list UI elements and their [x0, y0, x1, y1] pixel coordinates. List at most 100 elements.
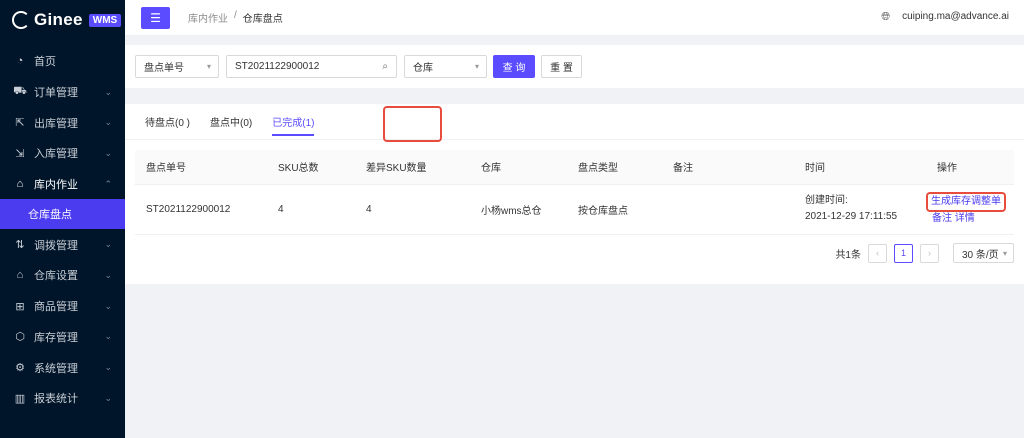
- search-field-value: 盘点单号: [144, 63, 184, 74]
- sidebar-item-label: 首页: [34, 56, 56, 69]
- remark-link[interactable]: 备注: [932, 213, 952, 224]
- chevron-down-icon: ⌄: [104, 239, 112, 250]
- sidebar-item-home[interactable]: ◔ 首页: [0, 46, 125, 77]
- chevron-down-icon: ⌄: [104, 392, 112, 403]
- filter-panel: 盘点单号 ▾ ST2021122900012 ⌕ 仓库 ▾ 查 询 重 置: [125, 45, 1024, 88]
- table-header-row: 盘点单号 SKU总数 差异SKU数量 仓库 盘点类型 备注 时间 操作: [135, 150, 1014, 185]
- sidebar-item-orders[interactable]: ⛟ 订单管理 ⌄: [0, 77, 125, 108]
- sidebar-item-inbound[interactable]: ⇲ 入库管理 ⌄: [0, 138, 125, 169]
- cell-warehouse: 小杨wms总仓: [470, 184, 567, 235]
- inbound-icon: ⇲: [15, 147, 25, 160]
- sidebar-item-label: 仓库设置: [34, 270, 78, 283]
- logo[interactable]: Ginee WMS: [0, 0, 125, 40]
- menu-collapse-icon: ☰: [150, 10, 161, 25]
- chevron-down-icon: ▾: [474, 62, 479, 71]
- col-header: 差异SKU数量: [355, 150, 470, 185]
- breadcrumb: 库内作业 / 仓库盘点: [188, 10, 283, 25]
- search-input[interactable]: ST2021122900012 ⌕: [226, 55, 397, 78]
- sidebar-subitem-stocktake[interactable]: 仓库盘点: [0, 199, 125, 230]
- generate-adjustment-link[interactable]: 生成库存调整单: [926, 192, 1006, 212]
- prev-page-button[interactable]: ‹: [868, 243, 887, 263]
- sidebar-item-label: 订单管理: [34, 87, 78, 100]
- top-header: ☰ 库内作业 / 仓库盘点 🌐︎ cuiping.ma@advance.ai: [125, 0, 1024, 36]
- cell-sku-diff: 4: [355, 184, 470, 235]
- col-header: 备注: [662, 150, 794, 185]
- dashboard-icon: ◔: [16, 55, 24, 68]
- breadcrumb-current: 仓库盘点: [242, 14, 283, 25]
- active-tab-indicator: [272, 133, 315, 136]
- chevron-down-icon: ▾: [1002, 248, 1007, 258]
- sidebar-item-label: 调拨管理: [34, 239, 78, 252]
- cell-remark: [662, 184, 794, 235]
- settings-icon: ⚙: [15, 362, 25, 375]
- sidebar-item-label: 系统管理: [34, 362, 78, 375]
- chevron-down-icon: ⌄: [104, 269, 112, 280]
- brand-badge: WMS: [88, 13, 122, 27]
- sidebar-item-label: 入库管理: [34, 148, 78, 161]
- tab-in-progress[interactable]: 盘点中(0): [200, 104, 262, 140]
- search-icon[interactable]: ⌕: [382, 61, 388, 72]
- pagination: 共1条 ‹ 1 › 30 条/页 ▾: [835, 243, 1014, 263]
- detail-link[interactable]: 详情: [955, 213, 975, 224]
- search-button[interactable]: 查 询: [493, 55, 535, 78]
- transfer-icon: ⇅: [15, 239, 25, 252]
- warehouse-task-icon: ⌂: [16, 178, 24, 191]
- cell-sku-total: 4: [267, 184, 355, 235]
- cart-icon: ⛟: [13, 85, 27, 98]
- sidebar-item-label: 出库管理: [34, 117, 78, 130]
- col-header: 仓库: [470, 150, 567, 185]
- stocktake-table: 盘点单号 SKU总数 差异SKU数量 仓库 盘点类型 备注 时间 操作 ST20…: [135, 150, 1014, 235]
- sidebar-item-reports[interactable]: ▥ 报表统计 ⌄: [0, 383, 125, 414]
- globe-icon[interactable]: 🌐︎: [881, 11, 890, 24]
- menu-toggle-button[interactable]: ☰: [141, 6, 170, 29]
- ginee-logo-icon: [12, 11, 30, 29]
- chevron-down-icon: ⌄: [104, 147, 112, 158]
- search-input-value: ST2021122900012: [235, 61, 320, 72]
- pagination-total: 共1条: [835, 249, 861, 261]
- sidebar-item-warehouse-tasks[interactable]: ⌂ 库内作业 ⌃: [0, 169, 125, 200]
- sidebar-menu: ◔ 首页 ⛟ 订单管理 ⌄ ⇱ 出库管理 ⌄ ⇲ 入库管理 ⌄ ⌂ 库内作业 ⌃…: [0, 46, 125, 414]
- chevron-down-icon: ⌄: [104, 331, 112, 342]
- chevron-up-icon: ⌃: [104, 178, 112, 189]
- col-header: 盘点单号: [135, 150, 267, 185]
- sidebar-item-warehouse-settings[interactable]: ⌂ 仓库设置 ⌄: [0, 260, 125, 291]
- cell-type: 按仓库盘点: [567, 184, 662, 235]
- user-account[interactable]: cuiping.ma@advance.ai: [902, 11, 1009, 22]
- page-size-select[interactable]: 30 条/页 ▾: [953, 243, 1014, 263]
- sidebar-item-inventory[interactable]: ⬡ 库存管理 ⌄: [0, 322, 125, 353]
- chevron-down-icon: ⌄: [104, 362, 112, 373]
- time-label: 创建时间:: [805, 195, 848, 206]
- cell-time: 创建时间: 2021-12-29 17:11:55: [794, 184, 926, 235]
- page-number-button[interactable]: 1: [894, 243, 913, 263]
- sidebar-item-products[interactable]: ⊞ 商品管理 ⌄: [0, 291, 125, 322]
- product-icon: ⊞: [15, 300, 25, 313]
- chevron-down-icon: ▾: [206, 62, 211, 71]
- col-header: 盘点类型: [567, 150, 662, 185]
- chevron-down-icon: ⌄: [104, 86, 112, 97]
- tab-completed[interactable]: 已完成(1): [262, 104, 324, 140]
- sidebar-item-transfer[interactable]: ⇅ 调拨管理 ⌄: [0, 229, 125, 260]
- page-size-value: 30 条/页: [962, 249, 999, 261]
- tab-highlight-box: [383, 106, 442, 142]
- next-page-button[interactable]: ›: [920, 243, 939, 263]
- tab-pending[interactable]: 待盘点(0 ): [135, 104, 200, 140]
- time-value: 2021-12-29 17:11:55: [805, 211, 898, 222]
- cell-order-no: ST2021122900012: [135, 184, 267, 235]
- col-header: SKU总数: [267, 150, 355, 185]
- chevron-down-icon: ⌄: [104, 117, 112, 128]
- brand-name: Ginee: [34, 10, 83, 29]
- tab-completed-label: 已完成(1): [272, 118, 315, 129]
- warehouse-settings-icon: ⌂: [16, 269, 24, 282]
- breadcrumb-item[interactable]: 库内作业: [188, 10, 228, 25]
- search-field-select[interactable]: 盘点单号 ▾: [135, 55, 219, 78]
- sidebar-item-label: 库存管理: [34, 331, 78, 344]
- cell-actions: 生成库存调整单 备注 详情: [926, 184, 1014, 235]
- content-panel: 待盘点(0 ) 盘点中(0) 已完成(1) 盘点单号 SKU总数 差异SKU数量…: [125, 104, 1024, 284]
- sidebar-item-system[interactable]: ⚙ 系统管理 ⌄: [0, 352, 125, 383]
- col-header: 操作: [926, 150, 1014, 185]
- chevron-down-icon: ⌄: [104, 300, 112, 311]
- warehouse-select[interactable]: 仓库 ▾: [404, 55, 487, 78]
- sidebar-item-outbound[interactable]: ⇱ 出库管理 ⌄: [0, 107, 125, 138]
- reset-button[interactable]: 重 置: [541, 55, 582, 78]
- col-header: 时间: [794, 150, 926, 185]
